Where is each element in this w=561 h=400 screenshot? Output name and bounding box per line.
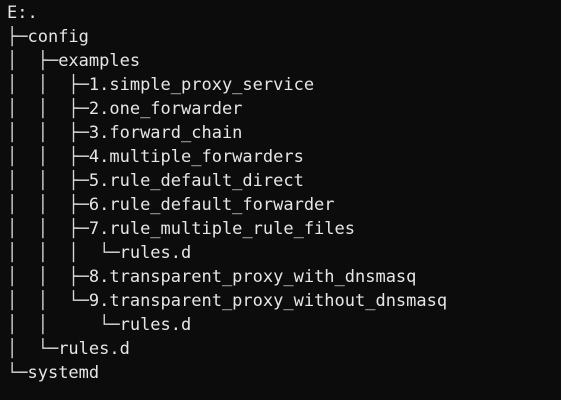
tree-item-label: 9.transparent_proxy_without_dnsmasq: [88, 291, 448, 311]
tree-line-examples: │ ├─examples: [7, 49, 561, 73]
tree-item-label: 7.rule_multiple_rule_files: [88, 219, 355, 239]
tree-item-label: 6.rule_default_forwarder: [88, 195, 335, 215]
tree-branch: └─: [7, 363, 28, 383]
tree-item-label: rules.d: [119, 315, 192, 335]
tree-branch: │ │ ├─: [7, 75, 89, 95]
tree-item-label: rules.d: [58, 339, 130, 359]
tree-item-label: 8.transparent_proxy_with_dnsmasq: [88, 267, 417, 287]
tree-item-label: rules.d: [119, 243, 192, 263]
tree-line-example-7: │ │ ├─7.rule_multiple_rule_files: [7, 217, 561, 241]
tree-line-example-5: │ │ ├─5.rule_default_direct: [7, 169, 561, 193]
tree-branch: │ │ ├─: [7, 219, 89, 239]
tree-branch: │ │ ├─: [7, 171, 89, 191]
tree-line-example-3: │ │ ├─3.forward_chain: [7, 121, 561, 145]
tree-item-label: config: [27, 27, 89, 47]
tree-item-label: systemd: [27, 363, 100, 383]
tree-line-example-9: │ │ └─9.transparent_proxy_without_dnsmas…: [7, 289, 561, 313]
tree-line-example-6: │ │ ├─6.rule_default_forwarder: [7, 193, 561, 217]
tree-branch: ├─: [7, 27, 28, 47]
tree-line-example-9-rules: │ │ └─rules.d: [7, 313, 561, 337]
tree-item-label: examples: [58, 51, 141, 71]
tree-line-example-7-rules: │ │ │ └─rules.d: [7, 241, 561, 265]
tree-branch: │ │ └─: [7, 315, 120, 335]
tree-item-label: 1.simple_proxy_service: [88, 75, 315, 95]
tree-branch: │ │ └─: [7, 291, 89, 311]
tree-item-label: 2.one_forwarder: [88, 99, 243, 119]
tree-line-config: ├─config: [7, 25, 561, 49]
tree-branch: │ │ ├─: [7, 147, 89, 167]
tree-branch: │ │ ├─: [7, 267, 89, 287]
tree-item-label: 4.multiple_forwarders: [88, 147, 304, 167]
tree-branch: │ └─: [7, 339, 59, 359]
tree-line-systemd: └─systemd: [7, 361, 561, 385]
tree-line-example-8: │ │ ├─8.transparent_proxy_with_dnsmasq: [7, 265, 561, 289]
tree-branch: │ │ ├─: [7, 99, 89, 119]
tree-line-example-2: │ │ ├─2.one_forwarder: [7, 97, 561, 121]
tree-item-label: 5.rule_default_direct: [88, 171, 304, 191]
tree-branch: │ ├─: [7, 51, 59, 71]
tree-item-label: 3.forward_chain: [88, 123, 243, 143]
terminal-window[interactable]: E:. ├─config │ ├─examples │ │ ├─1.simple…: [0, 0, 561, 400]
tree-line-example-4: │ │ ├─4.multiple_forwarders: [7, 145, 561, 169]
tree-branch: │ │ ├─: [7, 123, 89, 143]
tree-line-example-1: │ │ ├─1.simple_proxy_service: [7, 73, 561, 97]
tree-branch: │ │ ├─: [7, 195, 89, 215]
tree-item-label: E:.: [7, 3, 38, 23]
tree-line-root: E:.: [7, 1, 561, 25]
tree-branch: │ │ │ └─: [7, 243, 120, 263]
tree-line-config-rules: │ └─rules.d: [7, 337, 561, 361]
